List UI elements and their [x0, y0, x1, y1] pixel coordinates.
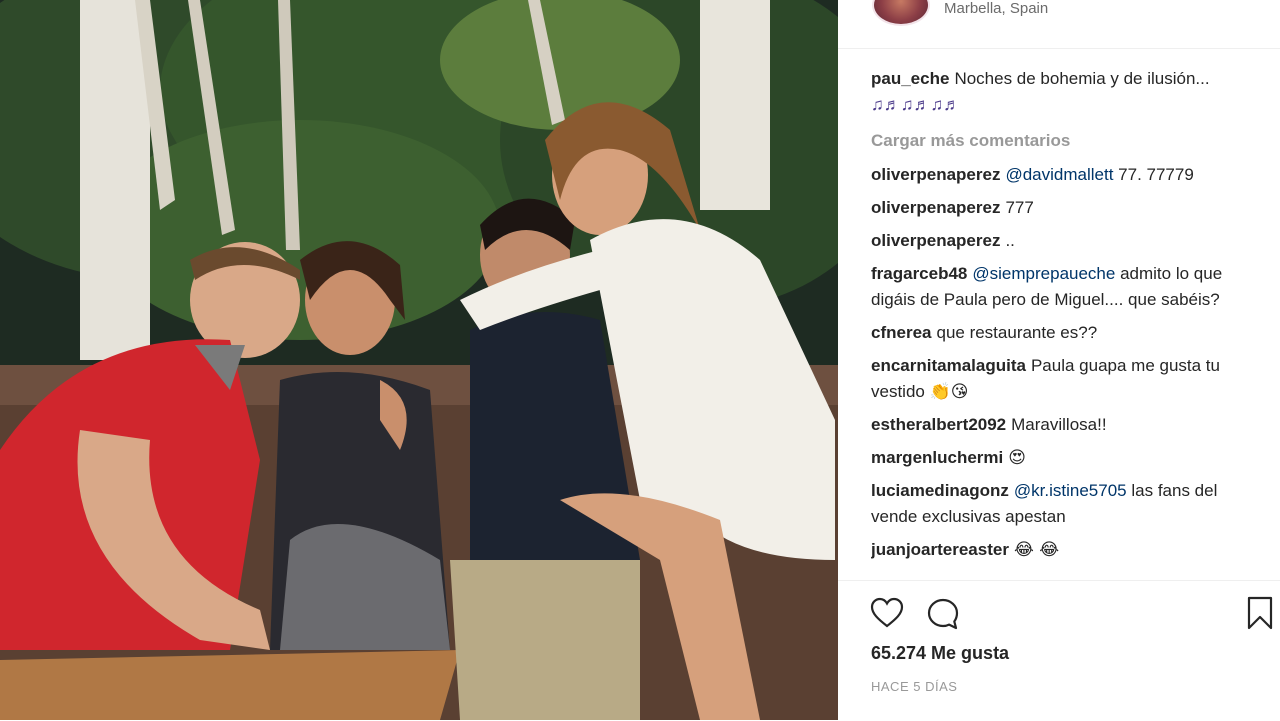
comment-username[interactable]: cfnerea: [871, 323, 931, 342]
comment-emoji: 😂 😂: [1013, 540, 1060, 560]
comment-item: oliverpenaperez 777: [871, 195, 1263, 221]
comment-item: fragarceb48 @siemprepaueche admito lo que…: [871, 261, 1263, 313]
caption: pau_eche Noches de bohemia y de ilusión..…: [871, 66, 1263, 118]
comment-emoji: 👏😘: [929, 382, 969, 402]
post-photo[interactable]: [0, 0, 838, 720]
comment-username[interactable]: oliverpenaperez: [871, 231, 1000, 250]
comment-username[interactable]: estheralbert2092: [871, 415, 1006, 434]
comment-mention[interactable]: @davidmallett: [1005, 165, 1113, 184]
comment-username[interactable]: margenluchermi: [871, 448, 1003, 467]
comment-item: encarnitamalaguita Paula guapa me gusta t…: [871, 353, 1263, 405]
comment-text: 77. 77779: [1118, 165, 1194, 184]
comment-text: que restaurante es??: [936, 323, 1098, 342]
comment-button[interactable]: [926, 597, 960, 636]
save-button[interactable]: [1246, 595, 1274, 636]
comment-item: juanjoartereaster 😂 😂: [871, 537, 1263, 563]
comment-username[interactable]: oliverpenaperez: [871, 165, 1000, 184]
comment-item: luciamedinagonz @kr.istine5705 las fans d…: [871, 478, 1263, 530]
like-button[interactable]: [870, 597, 904, 634]
comment-item: cfnerea que restaurante es??: [871, 320, 1263, 346]
comment-username[interactable]: juanjoartereaster: [871, 540, 1009, 559]
post-timestamp[interactable]: HACE 5 DÍAS: [871, 679, 957, 694]
post-sidebar: Marbella, Spain pau_eche Noches de bohemi…: [838, 0, 1280, 720]
heart-icon: [870, 597, 904, 628]
avatar[interactable]: [872, 0, 930, 26]
photo-illustration: [0, 0, 838, 720]
caption-text: Noches de bohemia y de ilusión...: [954, 69, 1210, 88]
comment-icon: [927, 598, 959, 630]
comment-text: Maravillosa!!: [1011, 415, 1107, 434]
post-header: Marbella, Spain: [838, 0, 1280, 49]
comment-item: oliverpenaperez @davidmallett 77. 77779: [871, 162, 1263, 188]
music-notes-emoji: ♫♬♫♬♫♬: [871, 95, 961, 114]
comment-mention[interactable]: @kr.istine5705: [1014, 481, 1127, 500]
comment-text: 777: [1005, 198, 1034, 217]
comment-mention[interactable]: @siemprepaueche: [972, 264, 1115, 283]
bookmark-icon: [1247, 596, 1273, 630]
comment-emoji: 😍: [1008, 448, 1026, 468]
comment-username[interactable]: oliverpenaperez: [871, 198, 1000, 217]
comment-username[interactable]: encarnitamalaguita: [871, 356, 1026, 375]
post-actions: 65.274 Me gusta HACE 5 DÍAS: [838, 580, 1280, 721]
comment-item: oliverpenaperez..: [871, 228, 1263, 254]
comment-text: ..: [1005, 231, 1015, 250]
comments-list[interactable]: pau_eche Noches de bohemia y de ilusión..…: [871, 66, 1263, 580]
location-label[interactable]: Marbella, Spain: [944, 0, 1048, 17]
comment-item: margenluchermi 😍: [871, 445, 1263, 471]
comment-username[interactable]: luciamedinagonz: [871, 481, 1009, 500]
likes-count[interactable]: 65.274 Me gusta: [871, 643, 1009, 664]
comment-username[interactable]: fragarceb48: [871, 264, 967, 283]
caption-username[interactable]: pau_eche: [871, 69, 949, 88]
comment-item: estheralbert2092 Maravillosa!!: [871, 412, 1263, 438]
load-more-comments-button[interactable]: Cargar más comentarios: [871, 128, 1263, 154]
